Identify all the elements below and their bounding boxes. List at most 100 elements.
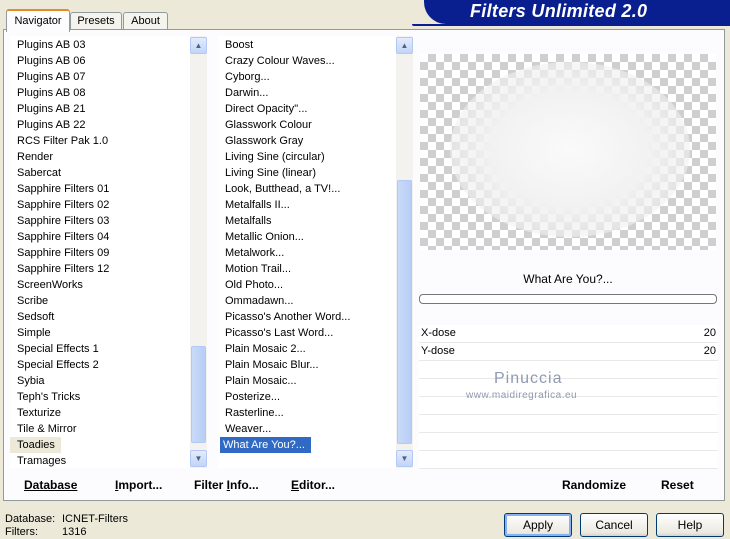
list-item[interactable]: RCS Filter Pak 1.0 — [10, 135, 108, 147]
list-item[interactable]: Plain Mosaic 2... — [218, 343, 306, 355]
list-item[interactable]: Plugins AB 07 — [10, 71, 86, 83]
status-filters-label: Filters: — [5, 526, 38, 538]
list-item[interactable]: Special Effects 1 — [10, 343, 99, 355]
help-button[interactable]: Help — [656, 513, 724, 537]
param-label: X-dose — [421, 327, 456, 339]
list-item[interactable]: Direct Opacity''... — [218, 103, 307, 115]
filter-scrollbar[interactable]: ▲ ▼ — [396, 36, 413, 468]
randomize-button[interactable]: Randomize — [562, 478, 626, 492]
scroll-down-icon[interactable]: ▼ — [190, 450, 207, 467]
list-item[interactable]: Sapphire Filters 01 — [10, 183, 109, 195]
editor-button[interactable]: Editor... — [291, 478, 335, 492]
list-item[interactable]: Sapphire Filters 09 — [10, 247, 109, 259]
param-row-empty — [419, 433, 718, 451]
list-item[interactable]: Motion Trail... — [218, 263, 291, 275]
scroll-thumb[interactable] — [191, 346, 206, 443]
list-item[interactable]: Simple — [10, 327, 51, 339]
list-item[interactable]: Sedsoft — [10, 311, 54, 323]
list-item[interactable]: Rasterline... — [218, 407, 284, 419]
list-item[interactable]: Cyborg... — [218, 71, 270, 83]
list-item[interactable]: Glasswork Colour — [218, 119, 312, 131]
editor-label: ditor... — [299, 478, 336, 492]
param-row-empty — [419, 361, 718, 379]
banner-underline — [412, 24, 730, 26]
category-list[interactable]: Plugins AB 03 Plugins AB 06 Plugins AB 07 P… — [10, 36, 190, 468]
list-item[interactable]: Teph's Tricks — [10, 391, 80, 403]
list-item[interactable]: Crazy Colour Waves... — [218, 55, 335, 67]
list-item[interactable]: Posterize... — [218, 391, 280, 403]
list-item[interactable]: Plugins AB 08 — [10, 87, 86, 99]
list-item[interactable]: Glasswork Gray — [218, 135, 303, 147]
list-item[interactable]: Sapphire Filters 03 — [10, 215, 109, 227]
list-item[interactable]: Picasso's Last Word... — [218, 327, 333, 339]
param-row-empty — [419, 415, 718, 433]
list-item[interactable]: Living Sine (circular) — [218, 151, 325, 163]
list-item[interactable]: Render — [10, 151, 53, 163]
filter-info-label: Filter — [194, 478, 227, 492]
list-item[interactable]: Weaver... — [218, 423, 271, 435]
list-item[interactable]: Plain Mosaic Blur... — [218, 359, 319, 371]
reset-button[interactable]: Reset — [661, 478, 694, 492]
database-button[interactable]: Database — [24, 478, 77, 492]
filter-name-label: What Are You?... — [523, 272, 613, 286]
list-item[interactable]: Special Effects 2 — [10, 359, 99, 371]
list-item[interactable]: Old Photo... — [218, 279, 283, 291]
param-value[interactable]: 20 — [704, 325, 716, 342]
param-value[interactable]: 20 — [704, 343, 716, 360]
list-item[interactable]: Look, Butthead, a TV!... — [218, 183, 340, 195]
list-item[interactable]: Living Sine (linear) — [218, 167, 316, 179]
watermark-name: Pinuccia — [494, 370, 563, 387]
param-label: Y-dose — [421, 345, 455, 357]
list-item[interactable]: Metalwork... — [218, 247, 284, 259]
list-item[interactable]: Texturize — [10, 407, 61, 419]
progress-bar — [419, 294, 717, 304]
param-row-y-dose[interactable]: Y-dose 20 — [419, 343, 718, 361]
editor-key: E — [291, 478, 300, 492]
import-label: mport... — [118, 478, 163, 492]
cancel-button[interactable]: Cancel — [580, 513, 648, 537]
list-item[interactable]: Ommadawn... — [218, 295, 293, 307]
list-item[interactable]: Sapphire Filters 04 — [10, 231, 109, 243]
list-item[interactable]: Toadies — [10, 437, 61, 453]
list-item[interactable]: Scribe — [10, 295, 48, 307]
filter-info-button[interactable]: Filter Info... — [194, 478, 259, 492]
scroll-up-icon[interactable]: ▲ — [190, 37, 207, 54]
list-item[interactable]: Metalfalls II... — [218, 199, 290, 211]
app-title: Filters Unlimited 2.0 — [470, 1, 648, 21]
param-row-x-dose[interactable]: X-dose 20 — [419, 325, 718, 343]
list-item[interactable]: Plain Mosaic... — [218, 375, 297, 387]
preview-canvas[interactable] — [420, 54, 716, 250]
list-item[interactable]: Plugins AB 06 — [10, 55, 86, 67]
list-item[interactable]: Tile & Mirror — [10, 423, 76, 435]
status-database-value: ICNET-Filters — [62, 513, 128, 525]
tab-presets[interactable]: Presets — [70, 12, 122, 30]
status-database-label: Database: — [5, 513, 56, 525]
tab-navigator[interactable]: Navigator — [6, 9, 70, 32]
filter-list[interactable]: Boost Crazy Colour Waves... Cyborg... Darwi… — [218, 36, 396, 468]
list-item[interactable]: ScreenWorks — [10, 279, 83, 291]
list-item[interactable]: Darwin... — [218, 87, 268, 99]
list-item[interactable]: Sapphire Filters 12 — [10, 263, 109, 275]
list-item[interactable]: Tramages — [10, 455, 66, 467]
tab-about[interactable]: About — [123, 12, 168, 30]
list-item[interactable]: Metallic Onion... — [218, 231, 304, 243]
scroll-thumb[interactable] — [397, 180, 412, 444]
list-item[interactable]: Sabercat — [10, 167, 61, 179]
list-item[interactable]: Plugins AB 03 — [10, 39, 86, 51]
list-item[interactable]: Metalfalls — [218, 215, 271, 227]
preview-effect — [450, 62, 690, 237]
param-row-empty — [419, 451, 718, 469]
status-filters-value: 1316 — [62, 526, 87, 538]
list-item[interactable]: Sapphire Filters 02 — [10, 199, 109, 211]
category-scrollbar[interactable]: ▲ ▼ — [190, 36, 207, 468]
list-item[interactable]: Boost — [218, 39, 253, 51]
list-item[interactable]: Plugins AB 22 — [10, 119, 86, 131]
list-item[interactable]: Picasso's Another Word... — [218, 311, 350, 323]
list-item[interactable]: Sybia — [10, 375, 45, 387]
scroll-down-icon[interactable]: ▼ — [396, 450, 413, 467]
list-item[interactable]: Plugins AB 21 — [10, 103, 86, 115]
scroll-up-icon[interactable]: ▲ — [396, 37, 413, 54]
list-item[interactable]: What Are You?... — [220, 437, 311, 453]
apply-button[interactable]: Apply — [504, 513, 572, 537]
import-button[interactable]: Import... — [115, 478, 162, 492]
